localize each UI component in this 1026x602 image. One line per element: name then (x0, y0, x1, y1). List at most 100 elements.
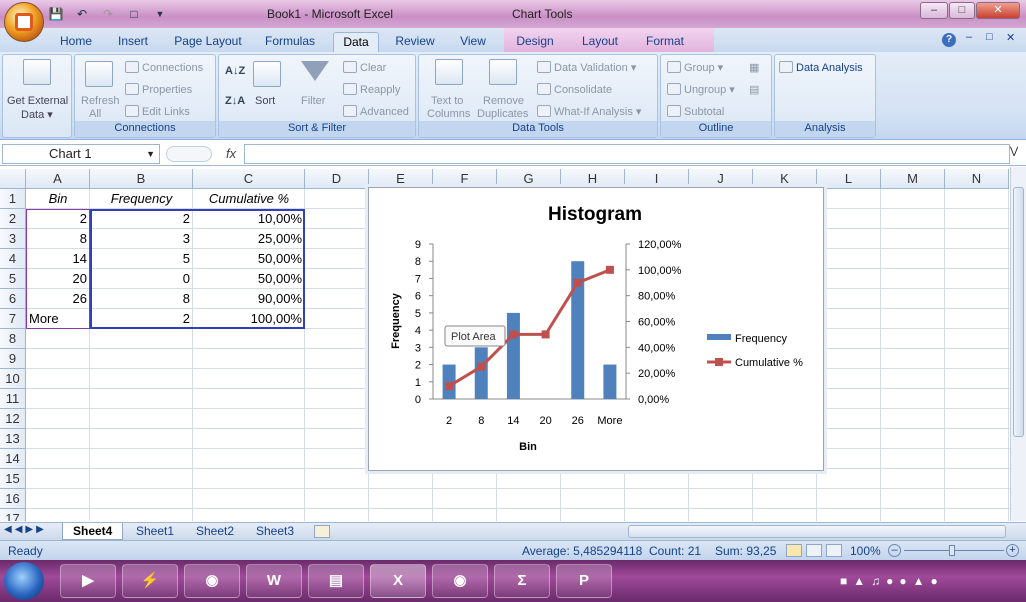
word-icon[interactable]: W (246, 564, 302, 598)
formula-input[interactable] (244, 144, 1010, 164)
legend-frequency-swatch[interactable] (707, 334, 731, 340)
expand-formula-bar-icon[interactable]: ⋁ (1010, 146, 1018, 157)
row-header-9[interactable]: 9 (0, 349, 26, 369)
row-header-6[interactable]: 6 (0, 289, 26, 309)
reapply-button[interactable]: Reapply (343, 83, 400, 96)
row-header-4[interactable]: 4 (0, 249, 26, 269)
sheet-nav-arrows[interactable]: ◀◀▶▶ (4, 524, 47, 535)
cumulative-marker[interactable] (573, 278, 582, 287)
text-to-columns-button[interactable]: Text to (431, 95, 463, 107)
row-header-13[interactable]: 13 (0, 429, 26, 449)
ungroup-button[interactable]: Ungroup ▾ (667, 83, 735, 96)
row-header-5[interactable]: 5 (0, 269, 26, 289)
cumulative-marker[interactable] (477, 362, 486, 371)
horizontal-scrollbar[interactable] (628, 525, 1006, 538)
office-button[interactable] (4, 2, 44, 42)
column-header-i[interactable]: I (625, 169, 689, 189)
chart-object[interactable]: Histogram 0 1 2 3 4 5 6 7 8 9 0,00% 20,00% 40,00% 60,0… (368, 187, 824, 471)
winamp-icon[interactable]: ⚡ (122, 564, 178, 598)
row-header-2[interactable]: 2 (0, 209, 26, 229)
tab-format[interactable]: Format (640, 32, 690, 52)
redo-icon[interactable]: ↷ (100, 7, 116, 21)
column-header-b[interactable]: B (90, 169, 193, 189)
what-if-analysis-button[interactable]: What-If Analysis ▾ (537, 105, 641, 118)
ribbon-minimize-icon[interactable]: – (966, 31, 972, 43)
vertical-scrollbar[interactable] (1010, 167, 1026, 521)
row-header-10[interactable]: 10 (0, 369, 26, 389)
normal-view-icon[interactable] (786, 544, 802, 557)
column-header-l[interactable]: L (817, 169, 881, 189)
vertical-scroll-thumb[interactable] (1013, 187, 1024, 437)
cumulative-marker[interactable] (541, 330, 550, 339)
subtotal-button[interactable]: Subtotal (667, 105, 724, 118)
data-analysis-button[interactable]: Data Analysis (779, 61, 863, 74)
page-layout-view-icon[interactable] (806, 544, 822, 557)
tab-sheet2[interactable]: Sheet2 (186, 523, 244, 540)
row-header-16[interactable]: 16 (0, 489, 26, 509)
start-button[interactable] (4, 562, 44, 600)
ribbon-close-icon[interactable]: ✕ (1006, 31, 1015, 44)
column-header-k[interactable]: K (753, 169, 817, 189)
minimize-button[interactable]: – (920, 2, 948, 19)
tab-home[interactable]: Home (52, 32, 100, 52)
row-header-14[interactable]: 14 (0, 449, 26, 469)
refresh-all-label-2[interactable]: All (89, 108, 101, 120)
zoom-level[interactable]: 100% (850, 544, 881, 558)
clear-button[interactable]: Clear (343, 61, 386, 74)
tab-view[interactable]: View (452, 32, 494, 52)
tab-sheet1[interactable]: Sheet1 (126, 523, 184, 540)
connections-button[interactable]: Connections (125, 61, 203, 74)
powerpoint-icon[interactable]: P (556, 564, 612, 598)
cumulative-marker[interactable] (605, 265, 614, 274)
media-player-icon[interactable]: ▶ (60, 564, 116, 598)
column-header-f[interactable]: F (433, 169, 497, 189)
select-all-corner[interactable] (0, 169, 26, 189)
tab-data[interactable]: Data (333, 32, 379, 52)
explorer-icon[interactable]: ▤ (308, 564, 364, 598)
calculator-icon[interactable]: Σ (494, 564, 550, 598)
column-header-d[interactable]: D (305, 169, 369, 189)
refresh-all-button[interactable]: Refresh (81, 95, 120, 107)
tab-formulas[interactable]: Formulas (258, 32, 322, 52)
header-bin[interactable]: Bin (26, 189, 90, 209)
row-header-8[interactable]: 8 (0, 329, 26, 349)
row-header-1[interactable]: 1 (0, 189, 26, 209)
tab-review[interactable]: Review (390, 32, 440, 52)
cumulative-marker[interactable] (445, 382, 454, 391)
column-header-h[interactable]: H (561, 169, 625, 189)
name-box[interactable]: Chart 1 ▼ (2, 144, 160, 164)
frequency-bar[interactable] (506, 312, 520, 399)
column-header-n[interactable]: N (945, 169, 1009, 189)
close-button[interactable]: ✕ (976, 2, 1020, 19)
row-header-7[interactable]: 7 (0, 309, 26, 329)
tab-insert[interactable]: Insert (110, 32, 156, 52)
data-validation-button[interactable]: Data Validation ▾ (537, 61, 636, 74)
new-document-icon[interactable]: □ (126, 7, 142, 21)
column-header-a[interactable]: A (26, 169, 90, 189)
frequency-bar[interactable] (474, 347, 488, 399)
get-external-data-label-2[interactable]: Data ▾ (21, 108, 53, 121)
maximize-button[interactable]: □ (949, 2, 975, 19)
tab-layout[interactable]: Layout (576, 32, 624, 52)
column-header-j[interactable]: J (689, 169, 753, 189)
tab-design[interactable]: Design (510, 32, 560, 52)
sort-button[interactable]: Sort (255, 95, 275, 107)
row-header-15[interactable]: 15 (0, 469, 26, 489)
help-icon[interactable]: ? (942, 33, 956, 47)
show-detail-icon[interactable]: ▦ (749, 61, 759, 74)
remove-duplicates-button[interactable]: Remove (483, 95, 524, 107)
remove-duplicates-label-2[interactable]: Duplicates (477, 108, 528, 120)
row-header-12[interactable]: 12 (0, 409, 26, 429)
chevron-down-icon[interactable]: ▼ (146, 145, 155, 163)
zoom-out-icon[interactable]: – (888, 544, 901, 557)
filter-button[interactable]: Filter (301, 95, 325, 107)
frequency-bar[interactable] (603, 364, 617, 399)
group-button[interactable]: Group ▾ (667, 61, 723, 74)
column-header-c[interactable]: C (193, 169, 305, 189)
undo-icon[interactable]: ↶ (74, 7, 90, 21)
tab-page-layout[interactable]: Page Layout (168, 32, 248, 52)
header-cumulative[interactable]: Cumulative % (193, 189, 305, 209)
hide-detail-icon[interactable]: ▤ (749, 83, 759, 96)
customize-qat-icon[interactable]: ▼ (152, 7, 168, 21)
page-break-view-icon[interactable] (826, 544, 842, 557)
